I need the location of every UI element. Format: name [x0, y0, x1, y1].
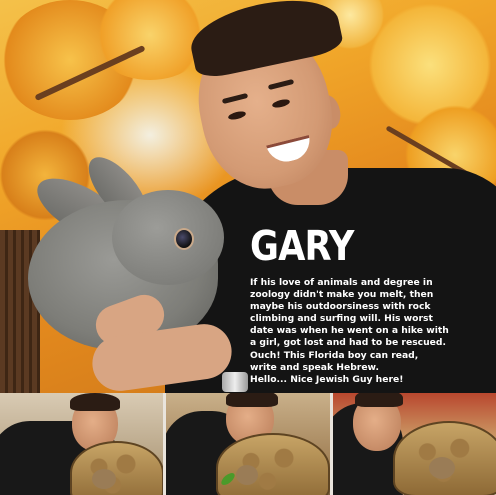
bio-line: zoology didn't make you melt, then — [250, 289, 434, 301]
tortoise — [216, 433, 330, 495]
bio-line: Ouch! This Florida boy can read, — [250, 349, 419, 361]
bio-line: write and speak Hebrew. — [250, 361, 379, 373]
bio-line: climbing and surfing will. His worst — [250, 313, 433, 325]
bio-line: a girl, got lost and had to be rescued. — [250, 337, 446, 349]
main-photo: GARY If his love of animals and degree i… — [0, 0, 496, 393]
wristwatch — [222, 372, 248, 392]
thumbnail-photo-1 — [0, 393, 164, 495]
hair — [354, 393, 403, 407]
thumbnail-photo-3 — [332, 393, 496, 495]
profile-bio: If his love of animals and degree in zoo… — [250, 277, 490, 386]
rabbit-eye — [174, 228, 194, 250]
hair — [70, 393, 120, 411]
bio-line: If his love of animals and degree in — [250, 277, 433, 288]
bio-line: date was when he went on a hike with — [250, 325, 449, 337]
tortoise-head — [92, 469, 116, 489]
bio-line: Hello... Nice Jewish Guy here! — [250, 373, 404, 385]
profile-name: GARY — [250, 222, 354, 270]
tortoise-head — [428, 457, 455, 479]
hair — [226, 393, 279, 407]
rabbit-head — [112, 190, 224, 285]
tortoise — [70, 441, 164, 495]
bio-line: maybe his outdoorsiness with rock — [250, 301, 431, 313]
thumbnail-photo-2 — [166, 393, 330, 495]
thumbnail-strip — [0, 393, 496, 495]
